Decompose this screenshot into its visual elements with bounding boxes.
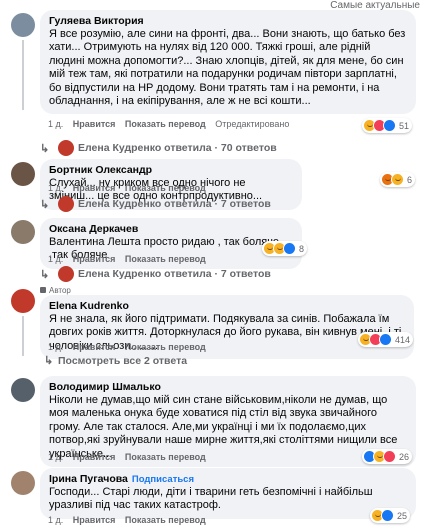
translate-button[interactable]: Показать перевод — [125, 254, 206, 264]
reaction-count: 414 — [395, 334, 411, 345]
comment-bubble: Ірина Пугачова Подписаться Господи... Ста… — [40, 468, 416, 519]
comment-time[interactable]: 1 д. — [48, 342, 63, 352]
reaction-count: 51 — [399, 120, 410, 131]
like-button[interactable]: Нравится — [73, 119, 116, 129]
reaction-summary[interactable]: 414 — [358, 332, 414, 347]
reply-summary: Елена Кудренко ответила · 7 ответов — [78, 268, 271, 280]
comment-author: Ірина Пугачова Подписаться — [49, 473, 407, 486]
comment-text: Я все розумію, але сини на фронті, два..… — [49, 28, 406, 108]
heart-icon — [383, 450, 396, 463]
translate-button[interactable]: Показать перевод — [125, 342, 206, 352]
like-icon — [383, 119, 396, 132]
reaction-count: 8 — [299, 243, 305, 254]
comment-time[interactable]: 1 д. — [48, 515, 63, 525]
comment-author[interactable]: Elena Kudrenko — [49, 300, 405, 313]
reaction-summary[interactable]: 26 — [362, 449, 413, 464]
avatar — [58, 196, 74, 212]
like-button[interactable]: Нравится — [73, 452, 116, 462]
comment-author[interactable]: Володимир Шмалько — [49, 381, 407, 394]
reaction-count: 6 — [407, 174, 413, 185]
avatar[interactable] — [11, 13, 35, 37]
reply-summary: Елена Кудренко ответила · 70 ответов — [78, 142, 277, 154]
sad-icon — [391, 173, 404, 186]
like-button[interactable]: Нравится — [73, 183, 116, 193]
comment-actions: 1 д. Нравится Показать перевод — [48, 515, 206, 525]
comment-bubble: Гуляева Виктория Я все розумію, але сини… — [40, 10, 416, 115]
reaction-summary[interactable]: 25 — [370, 508, 411, 523]
like-button[interactable]: Нравится — [73, 515, 116, 525]
view-replies[interactable]: ↳ Елена Кудренко ответила · 70 ответов — [40, 140, 277, 156]
like-icon — [381, 509, 394, 522]
view-replies[interactable]: ↳ Елена Кудренко ответила · 7 ответов — [40, 196, 271, 212]
reaction-summary[interactable]: 8 — [262, 241, 308, 256]
comment-actions: 1 д. Нравится Показать перевод — [48, 452, 206, 462]
like-icon — [379, 333, 392, 346]
translate-button[interactable]: Показать перевод — [125, 183, 206, 193]
edited-label: Отредактировано — [215, 119, 290, 129]
thread-line — [22, 40, 24, 110]
reaction-summary[interactable]: 51 — [362, 118, 413, 133]
author-badge: Автор — [40, 286, 71, 295]
comment-time[interactable]: 1 д. — [48, 254, 63, 264]
translate-button[interactable]: Показать перевод — [125, 452, 206, 462]
view-replies[interactable]: ↳ Елена Кудренко ответила · 7 ответов — [40, 266, 271, 282]
avatar[interactable] — [11, 162, 35, 186]
comment-author[interactable]: Оксана Деркачев — [49, 223, 293, 236]
translate-button[interactable]: Показать перевод — [125, 119, 206, 129]
reply-arrow-icon: ↳ — [40, 268, 50, 281]
avatar[interactable] — [11, 471, 35, 495]
like-icon — [283, 242, 296, 255]
like-button[interactable]: Нравится — [73, 254, 116, 264]
reply-arrow-icon: ↳ — [40, 198, 50, 211]
comment-text: Господи... Старі люди, діти і тварини ге… — [49, 486, 373, 512]
follow-button[interactable]: Подписаться — [132, 474, 194, 485]
avatar[interactable] — [11, 289, 35, 313]
comment-actions: 1 д. Нравится Показать перевод — [48, 342, 206, 352]
thread-line — [22, 316, 24, 356]
badge-icon — [40, 287, 46, 293]
like-button[interactable]: Нравится — [73, 342, 116, 352]
comment-author-name[interactable]: Ірина Пугачова — [49, 473, 128, 485]
avatar — [58, 266, 74, 282]
comment-time[interactable]: 1 д. — [48, 183, 63, 193]
comment-actions: 1 д. Нравится Показать перевод Отредакти… — [48, 119, 289, 129]
avatar — [58, 140, 74, 156]
reply-summary: Елена Кудренко ответила · 7 ответов — [78, 198, 271, 210]
reply-arrow-icon: ↳ — [44, 355, 54, 367]
reaction-count: 25 — [397, 510, 408, 521]
view-replies[interactable]: ↳ Посмотреть все 2 ответа — [44, 354, 188, 368]
translate-button[interactable]: Показать перевод — [125, 515, 206, 525]
avatar[interactable] — [11, 378, 35, 402]
comment-actions: 1 д. Нравится Показать перевод — [48, 183, 206, 193]
comment-author[interactable]: Гуляева Виктория — [49, 15, 407, 28]
avatar[interactable] — [11, 220, 35, 244]
comment-actions: 1 д. Нравится Показать перевод — [48, 254, 206, 264]
comment-text: Ніколи не думав,що мій син стане військо… — [49, 394, 398, 460]
comment-time[interactable]: 1 д. — [48, 119, 63, 129]
more-replies: Посмотреть все 2 ответа — [58, 354, 188, 367]
comment-author[interactable]: Бортник Олександр — [49, 164, 293, 177]
reply-arrow-icon: ↳ — [40, 142, 50, 155]
reaction-count: 26 — [399, 451, 410, 462]
comment-time[interactable]: 1 д. — [48, 452, 63, 462]
reaction-summary[interactable]: 6 — [380, 172, 416, 187]
